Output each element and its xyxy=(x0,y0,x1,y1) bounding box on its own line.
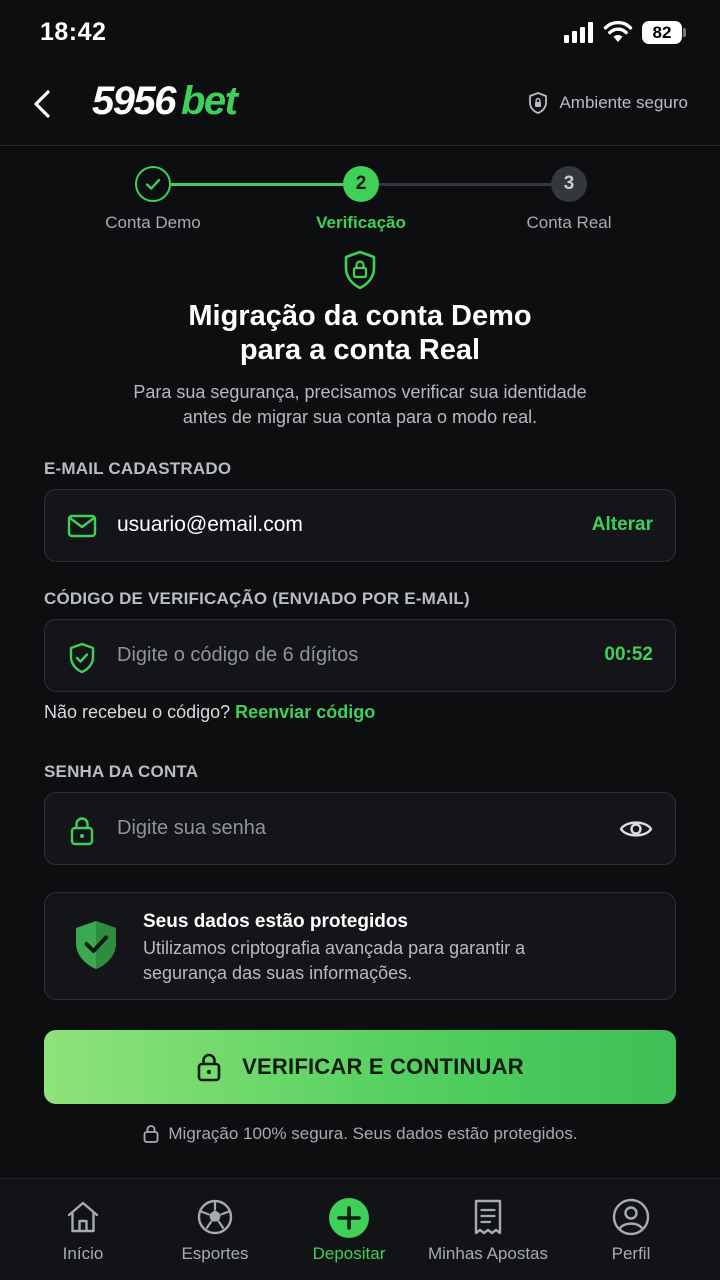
security-footnote: Migração 100% segura. Seus dados estão p… xyxy=(0,1124,720,1144)
footnote-text: Migração 100% segura. Seus dados estão p… xyxy=(168,1124,578,1143)
logo-suffix: bet xyxy=(180,79,238,123)
step-connector-pending xyxy=(379,183,551,186)
protection-desc-line-1: Utilizamos criptografia avançada para ga… xyxy=(143,938,526,958)
email-field: usuario@email.com Alterar xyxy=(44,489,676,562)
home-icon xyxy=(63,1197,103,1242)
change-email-link[interactable]: Alterar xyxy=(592,514,653,536)
page-title: Migração da conta Demo para a conta Real xyxy=(0,299,720,367)
mail-icon xyxy=(67,512,97,545)
page-title-line-2: para a conta Real xyxy=(239,334,481,366)
verify-continue-label: VERIFICAR E CONTINUAR xyxy=(242,1054,524,1079)
resend-row: Não recebeu o código? Reenviar código xyxy=(44,702,375,723)
protection-title: Seus dados estão protegidos xyxy=(143,911,408,932)
protection-description: Utilizamos criptografia avançada para ga… xyxy=(143,936,613,986)
subtitle-line-2: antes de migrar sua conta para o modo re… xyxy=(182,407,538,427)
user-circle-icon xyxy=(611,1197,651,1242)
resend-prompt: Não recebeu o código? xyxy=(44,702,231,722)
code-label: CÓDIGO DE VERIFICAÇÃO (ENVIADO POR E-MAI… xyxy=(44,589,470,608)
lock-icon xyxy=(143,1125,159,1143)
email-label: E-MAIL CADASTRADO xyxy=(44,459,232,478)
lock-icon xyxy=(197,1053,221,1082)
step-1-label: Conta Demo xyxy=(105,213,201,232)
step-2-label: Verificação xyxy=(316,213,406,232)
email-value: usuario@email.com xyxy=(117,513,303,536)
battery-level: 82 xyxy=(642,21,682,44)
wifi-icon xyxy=(603,20,633,49)
tab-label: Depositar xyxy=(312,1244,386,1263)
resend-code-link[interactable]: Reenviar código xyxy=(235,702,375,722)
tab-label: Minhas Apostas xyxy=(427,1244,548,1263)
logo-number: 5956 xyxy=(92,79,176,123)
tab-inicio[interactable]: Início xyxy=(13,1179,153,1280)
receipt-icon xyxy=(468,1197,508,1242)
brand-logo: 5956 bet xyxy=(92,79,238,124)
step-2-circle: 2 xyxy=(343,166,379,202)
password-placeholder: Digite sua senha xyxy=(117,817,266,839)
protection-desc-line-2: segurança das suas informações. xyxy=(143,963,413,983)
password-label: SENHA DA CONTA xyxy=(44,762,199,781)
tab-perfil[interactable]: Perfil xyxy=(561,1179,701,1280)
shield-check-icon xyxy=(67,642,97,679)
verification-code-field[interactable]: Digite o código de 6 dígitos 00:52 xyxy=(44,619,676,692)
battery-icon: 82 xyxy=(642,21,686,44)
page-title-line-1: Migração da conta Demo xyxy=(188,300,532,332)
code-timer: 00:52 xyxy=(604,644,653,665)
plus-circle-icon xyxy=(328,1197,370,1244)
tab-esportes[interactable]: Esportes xyxy=(145,1179,285,1280)
tab-label: Esportes xyxy=(181,1244,249,1263)
step-3-circle: 3 xyxy=(551,166,587,202)
soccer-ball-icon xyxy=(195,1197,235,1242)
data-protection-card: Seus dados estão protegidos Utilizamos c… xyxy=(44,892,676,1000)
subtitle-line-1: Para sua segurança, precisamos verificar… xyxy=(133,382,587,402)
bottom-tab-bar: Início Esportes Depositar Minhas Apostas… xyxy=(0,1178,720,1280)
secure-label: Ambiente seguro xyxy=(559,93,688,112)
code-placeholder: Digite o código de 6 dígitos xyxy=(117,644,359,666)
shield-lock-icon xyxy=(342,250,378,295)
step-connector-done xyxy=(171,183,343,186)
verify-continue-button[interactable]: VERIFICAR E CONTINUAR xyxy=(44,1030,676,1104)
step-1-circle xyxy=(135,166,171,202)
cellular-signal-icon xyxy=(564,22,593,43)
eye-icon xyxy=(619,821,653,837)
shield-lock-icon xyxy=(529,92,548,114)
tab-minhas-apostas[interactable]: Minhas Apostas xyxy=(418,1179,558,1280)
status-bar: 18:42 82 xyxy=(0,0,720,66)
chevron-left-icon xyxy=(34,90,50,118)
status-time: 18:42 xyxy=(40,18,107,46)
tab-depositar[interactable]: Depositar xyxy=(279,1179,419,1280)
secure-environment-badge: Ambiente seguro xyxy=(527,91,688,115)
lock-icon xyxy=(67,815,97,852)
password-field[interactable]: Digite sua senha xyxy=(44,792,676,865)
tab-label: Perfil xyxy=(611,1244,651,1263)
step-3-label: Conta Real xyxy=(526,213,612,232)
header-bar: 5956 bet Ambiente seguro xyxy=(0,66,720,146)
show-password-toggle[interactable] xyxy=(619,815,653,848)
check-icon xyxy=(145,178,161,190)
shield-check-icon xyxy=(73,919,119,976)
back-button[interactable] xyxy=(28,84,58,124)
tab-label: Início xyxy=(62,1244,104,1263)
page-subtitle: Para sua segurança, precisamos verificar… xyxy=(60,380,660,430)
